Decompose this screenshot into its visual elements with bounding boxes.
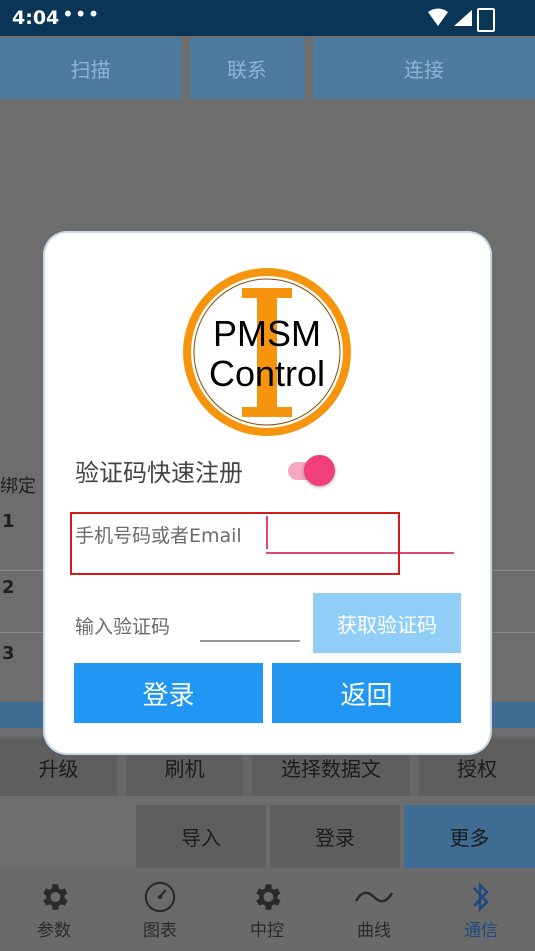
- login-bg-button[interactable]: 登录: [270, 805, 400, 868]
- nav-item-control[interactable]: 中控: [227, 878, 307, 941]
- wifi-signal-icon: [428, 8, 472, 26]
- pmsm-control-logo: PMSM Control: [183, 268, 351, 436]
- logo-text-line1: PMSM: [213, 313, 321, 354]
- highlight-box: [70, 512, 400, 575]
- nav-item-params[interactable]: 参数: [14, 878, 94, 941]
- contact-button[interactable]: 联系: [190, 38, 304, 99]
- status-time: 4:04: [12, 7, 60, 29]
- gauge-icon: [120, 878, 200, 916]
- scan-button[interactable]: 扫描: [0, 38, 181, 99]
- gear-icon: [227, 878, 307, 916]
- bottom-nav: 参数 图表 中控 曲线 通信: [0, 868, 535, 951]
- quick-register-label: 验证码快速注册: [75, 459, 243, 487]
- status-bar: 4:04 •••: [0, 0, 535, 36]
- nav-item-charts[interactable]: 图表: [120, 878, 200, 941]
- bind-label: 绑定: [0, 476, 36, 497]
- device-row-2[interactable]: 2: [2, 577, 15, 598]
- logo-text-line2: Control: [209, 353, 325, 394]
- nav-label: 曲线: [357, 921, 391, 941]
- nav-label: 中控: [250, 921, 284, 941]
- device-row-1[interactable]: 1: [2, 511, 15, 532]
- nav-label: 图表: [143, 921, 177, 941]
- wave-icon: [334, 878, 414, 916]
- battery-icon: [477, 8, 495, 32]
- device-row-3[interactable]: 3: [2, 643, 15, 664]
- login-button[interactable]: 登录: [74, 663, 263, 723]
- status-more-dots: •••: [62, 2, 101, 26]
- more-button[interactable]: 更多: [404, 805, 535, 868]
- gear-icon: [14, 878, 94, 916]
- verification-code-label: 输入验证码: [75, 616, 171, 638]
- nav-label: 通信: [464, 921, 498, 941]
- import-button[interactable]: 导入: [136, 805, 266, 868]
- back-button[interactable]: 返回: [272, 663, 461, 723]
- bluetooth-icon: [441, 878, 521, 916]
- nav-item-comm[interactable]: 通信: [441, 878, 521, 941]
- verification-code-input[interactable]: [200, 640, 300, 642]
- nav-label: 参数: [37, 921, 71, 941]
- get-code-button[interactable]: 获取验证码: [313, 593, 461, 653]
- quick-register-switch[interactable]: [304, 455, 335, 486]
- nav-item-curves[interactable]: 曲线: [334, 878, 414, 941]
- connect-button[interactable]: 连接: [313, 38, 535, 99]
